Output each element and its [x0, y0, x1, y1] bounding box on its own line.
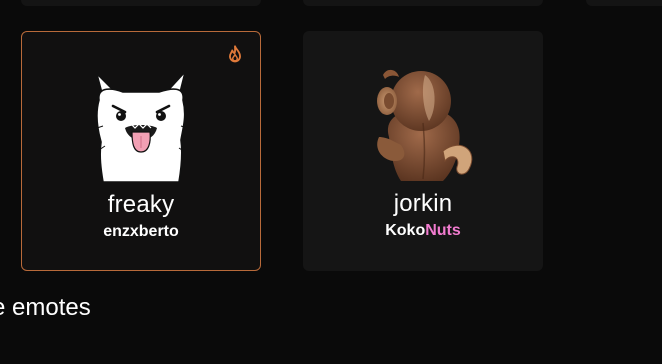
- emote-card-partial[interactable]: [21, 0, 261, 6]
- white-cat-emote-image: [96, 71, 188, 182]
- fire-icon: [229, 45, 241, 63]
- emote-card-partial[interactable]: [303, 0, 543, 6]
- emote-card-partial[interactable]: [586, 0, 662, 6]
- emote-card-jorkin[interactable]: jorkin KokoNuts: [303, 31, 543, 271]
- emote-author-part: Koko: [385, 222, 426, 239]
- brown-monkey-emote-image: [377, 69, 473, 181]
- emote-grid: freaky enzxberto jorkin KokoNuts e emote…: [0, 0, 662, 364]
- section-title: e emotes: [0, 294, 91, 321]
- emote-author-part-accent: Nuts: [425, 222, 461, 239]
- emote-name: jorkin: [393, 190, 453, 217]
- emote-author[interactable]: KokoNuts: [303, 222, 543, 240]
- emote-name: freaky: [107, 191, 175, 218]
- emote-author[interactable]: enzxberto: [22, 223, 260, 241]
- emote-card-freaky[interactable]: freaky enzxberto: [21, 31, 261, 271]
